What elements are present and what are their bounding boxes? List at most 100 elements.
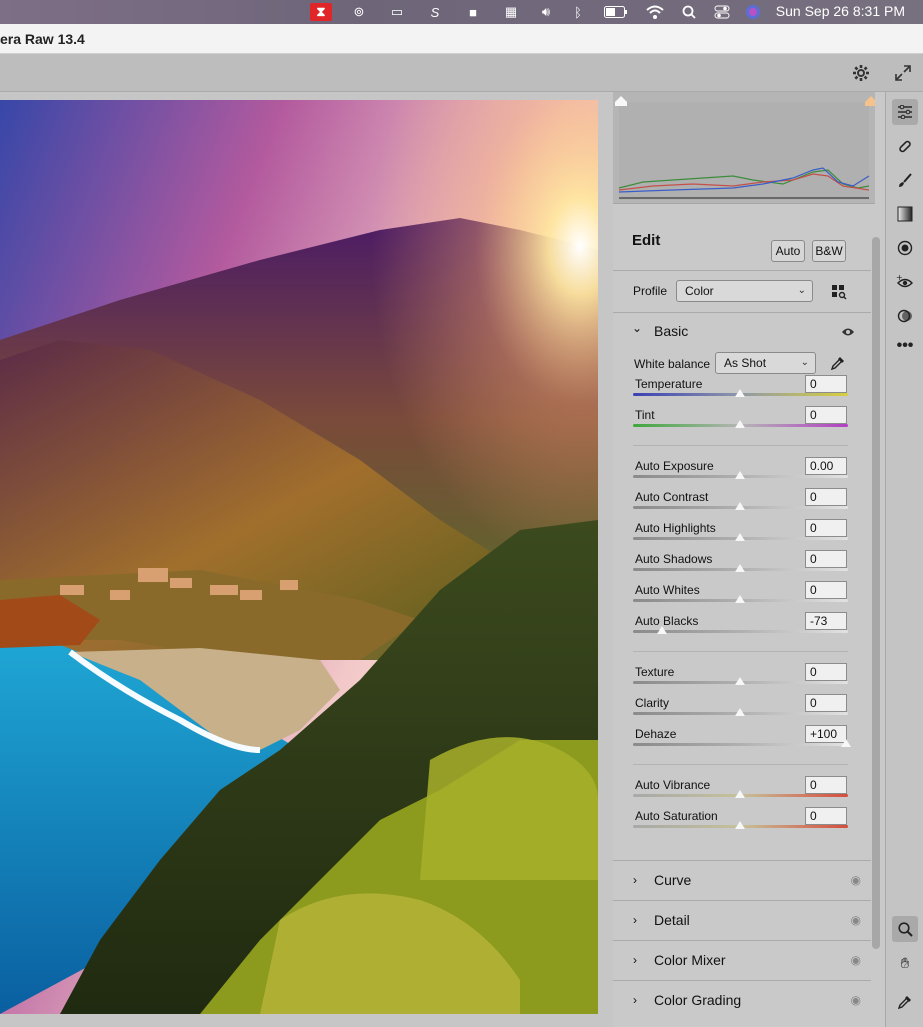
slider-label: Auto Saturation [635,809,718,823]
brush-icon[interactable] [892,167,918,193]
chevron-right-icon: › [633,953,637,967]
slider-thumb[interactable] [734,790,745,798]
basic-section-title: Basic [654,323,689,339]
visibility-eye-icon[interactable] [841,324,855,342]
visibility-eye-icon[interactable]: ◉ [851,953,861,967]
profile-select-value: Color [685,284,714,298]
slider-label: Auto Shadows [635,552,713,566]
white-balance-label: White balance [634,357,711,371]
profile-select[interactable]: Color ⌄ [676,280,813,302]
shadow-clipping-icon[interactable] [615,96,627,106]
screen-icon[interactable]: ▭ [386,3,408,21]
auto-button[interactable]: Auto [771,240,805,262]
control-center-icon[interactable] [712,3,732,21]
photo-preview[interactable] [0,100,598,1014]
color-sampler-icon[interactable] [892,989,918,1015]
slider-value-input[interactable]: 0 [805,807,847,825]
healing-icon[interactable] [892,133,918,159]
chevron-right-icon: › [633,913,637,927]
section-curve[interactable]: › Curve ◉ [613,860,871,900]
profile-browser-icon[interactable] [827,280,851,304]
search-icon[interactable] [680,3,698,21]
slider-thumb[interactable] [734,821,745,829]
slider-thumb[interactable] [734,533,745,541]
slider-thumb[interactable] [734,595,745,603]
landscape-photo-image [0,100,598,1014]
window-title-bar: era Raw 13.4 [0,24,923,54]
edit-panel: Edit Auto B&W Profile Color ⌄ ⌄ Basic Wh… [613,92,885,1027]
calendar-icon[interactable]: ▦ [500,3,522,21]
slider-value-input[interactable]: 0 [805,694,847,712]
slider-track[interactable] [633,743,848,746]
slider-value-input[interactable]: 0.00 [805,457,847,475]
slider-thumb[interactable] [841,739,851,747]
slider-label: Temperature [635,377,703,391]
chevron-right-icon: › [633,993,637,1007]
macos-menu-bar: ⧗ ⊚ ▭ S ■ ▦ 🔊︎ ᛒ Sun Sep 26 8:31 PM [0,0,923,24]
fullscreen-expand-icon[interactable] [892,62,914,84]
edit-sliders-icon[interactable] [892,99,918,125]
image-canvas[interactable] [0,92,613,1027]
highlight-clipping-icon[interactable] [865,96,877,106]
wifi-icon[interactable] [645,3,665,21]
slider-value-input[interactable]: 0 [805,776,847,794]
hand-icon[interactable]: ✋︎ [892,950,918,976]
bluetooth-icon[interactable]: ᛒ [570,3,586,21]
app-red-icon[interactable]: ⧗ [310,3,332,21]
slider-value-input[interactable]: 0 [805,550,847,568]
slider-group-divider [633,651,848,652]
volume-icon[interactable]: 🔊︎ [535,3,557,21]
slider-value-input[interactable]: 0 [805,488,847,506]
bw-button[interactable]: B&W [812,240,846,262]
visibility-eye-icon[interactable]: ◉ [851,913,861,927]
chevron-down-icon: ⌄ [800,357,809,368]
slider-value-input[interactable]: 0 [805,663,847,681]
visibility-eye-icon[interactable]: ◉ [851,993,861,1007]
linear-gradient-icon[interactable] [892,201,918,227]
section-title-curve: Curve [654,872,692,888]
slider-group-divider [633,445,848,446]
basic-section-header[interactable]: ⌄ Basic [613,318,871,344]
radial-gradient-icon[interactable] [892,235,918,261]
panel-scrollbar[interactable] [872,237,880,949]
slider-label: Auto Highlights [635,521,716,535]
section-title-color-grading: Color Grading [654,992,742,1008]
slider-value-input[interactable]: 0 [805,581,847,599]
zoom-icon[interactable] [892,916,918,942]
white-balance-eyedropper-icon[interactable] [827,352,849,374]
slider-value-input[interactable]: -73 [805,612,847,630]
settings-gear-icon[interactable] [850,62,872,84]
top-toolbar [0,54,923,92]
visibility-eye-icon[interactable]: ◉ [851,873,861,887]
battery-icon[interactable] [602,3,630,21]
more-icon[interactable]: ••• [892,333,918,359]
slider-thumb[interactable] [734,502,745,510]
slider-thumb[interactable] [734,564,745,572]
section-detail[interactable]: › Detail ◉ [613,900,871,940]
siri-icon[interactable] [744,3,762,21]
section-color-grading[interactable]: › Color Grading ◉ [613,980,871,1027]
slider-thumb[interactable] [734,389,745,397]
slider-value-input[interactable]: 0 [805,375,847,393]
menu-bar-clock[interactable]: Sun Sep 26 8:31 PM [776,3,905,19]
chevron-right-icon: › [633,873,637,887]
white-balance-select[interactable]: As Shot ⌄ [715,352,816,374]
slider-thumb[interactable] [734,420,745,428]
slider-label: Auto Contrast [635,490,709,504]
slider-thumb[interactable] [734,677,745,685]
section-color-mixer[interactable]: › Color Mixer ◉ [613,940,871,980]
histogram-graph [615,96,877,200]
slider-value-input[interactable]: 0 [805,519,847,537]
slider-thumb[interactable] [734,471,745,479]
video-icon[interactable]: ■ [462,3,484,21]
presets-icon[interactable] [892,303,918,329]
slider-label: Auto Exposure [635,459,714,473]
script-s-icon[interactable]: S [424,3,446,21]
slider-thumb[interactable] [734,708,745,716]
slider-value-input[interactable]: 0 [805,406,847,424]
creative-cloud-icon[interactable]: ⊚ [348,3,370,21]
slider-label: Auto Vibrance [635,778,711,792]
chevron-down-icon: ⌄ [797,285,806,296]
slider-thumb[interactable] [656,626,667,634]
red-eye-icon[interactable]: + [892,269,918,295]
